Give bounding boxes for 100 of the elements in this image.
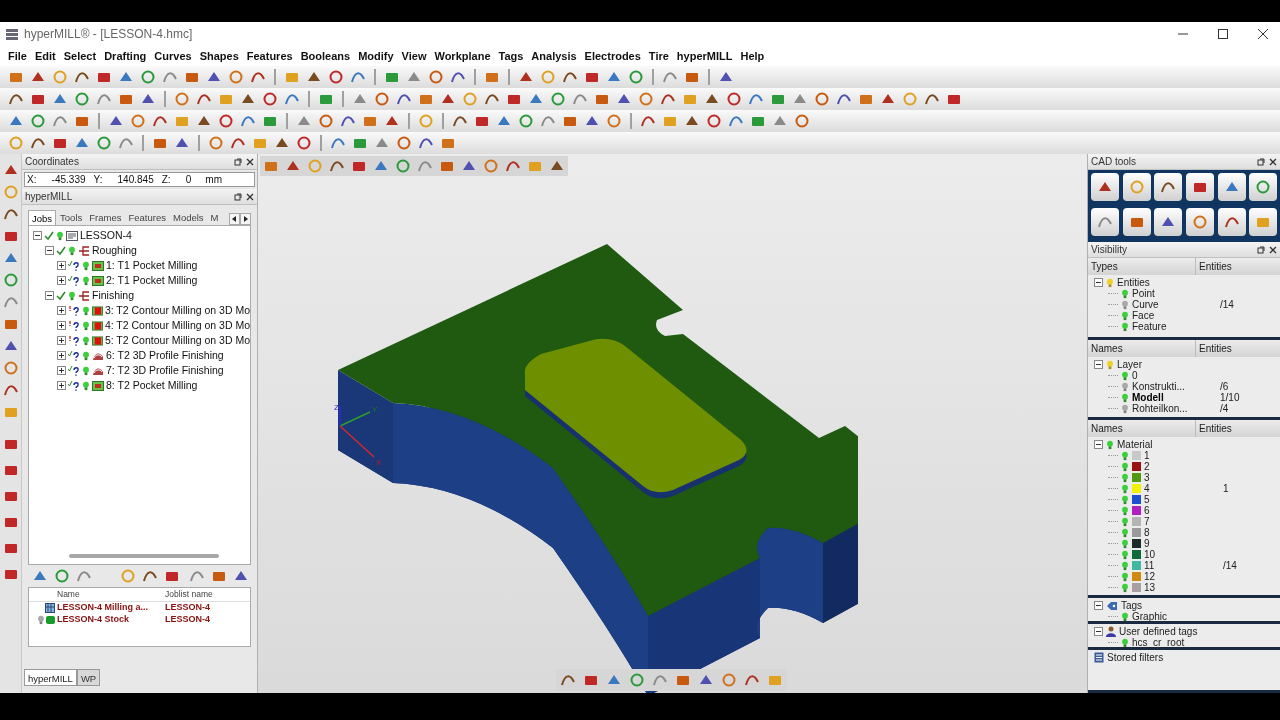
scroll-left-icon[interactable]	[229, 213, 240, 225]
menu-item[interactable]: Modify	[354, 47, 398, 65]
tree-item-label[interactable]: 2	[1144, 461, 1224, 472]
close-icon[interactable]	[1269, 245, 1277, 254]
tree-item-label[interactable]: Entities	[1117, 277, 1197, 288]
panel-tab[interactable]: Frames	[86, 210, 125, 225]
tree-item-label[interactable]: 4: T2 Contour Milling on 3D Mo	[104, 317, 250, 334]
collapse-icon[interactable]	[45, 291, 54, 300]
tree-item-label[interactable]: 0	[1132, 370, 1212, 381]
tree-item-label[interactable]: 6: T2 3D Profile Finishing	[106, 347, 224, 364]
expand-icon[interactable]	[57, 366, 66, 375]
tree-item-label[interactable]: Face	[1132, 310, 1212, 321]
menu-item[interactable]: Edit	[30, 47, 60, 65]
tree-item-label[interactable]: Konstrukti...	[1132, 381, 1212, 392]
collapse-icon[interactable]	[1094, 440, 1103, 449]
tree-item-label[interactable]: Rohteilkon...	[1132, 403, 1212, 414]
tree-item-label[interactable]: Layer	[1117, 359, 1197, 370]
panel-tab[interactable]: hyperMILL	[24, 669, 77, 686]
collapse-icon[interactable]	[33, 231, 42, 240]
collapse-icon[interactable]	[1094, 627, 1103, 636]
tree-item-label[interactable]: 1	[1144, 450, 1224, 461]
menu-item[interactable]: Select	[59, 47, 101, 65]
float-icon[interactable]	[1257, 245, 1265, 254]
float-icon[interactable]	[1257, 157, 1265, 166]
menu-item[interactable]: View	[397, 47, 431, 65]
model-name[interactable]: LESSON-4 Stock	[57, 613, 165, 627]
tree-item-label[interactable]: LESSON-4	[80, 227, 132, 244]
lightbulb-icon[interactable]	[1121, 611, 1129, 622]
tree-item-label[interactable]: Point	[1132, 288, 1212, 299]
expand-icon[interactable]	[57, 336, 66, 345]
tree-item-label[interactable]: 11	[1144, 560, 1220, 571]
tree-item-label[interactable]: Curve	[1132, 299, 1212, 310]
menu-item[interactable]: hyperMILL	[672, 47, 737, 65]
tree-item-label[interactable]: User defined tags	[1119, 626, 1199, 637]
tree-item-label[interactable]: 5	[1144, 494, 1224, 505]
close-icon[interactable]	[246, 157, 254, 166]
column-header[interactable]: Entities	[1196, 258, 1232, 275]
tree-item-label[interactable]: 7	[1144, 516, 1224, 527]
menu-item[interactable]: File	[4, 47, 31, 65]
column-header[interactable]: Joblist name	[165, 588, 213, 601]
tree-item-label[interactable]: Finishing	[92, 287, 135, 304]
panel-tab[interactable]: WP	[76, 669, 101, 686]
close-icon[interactable]	[246, 192, 254, 201]
menu-item[interactable]: Curves	[150, 47, 196, 65]
tree-item-label[interactable]: 9	[1144, 538, 1224, 549]
tree-item-label[interactable]: 7: T2 3D Profile Finishing	[106, 362, 224, 379]
collapse-icon[interactable]	[1094, 601, 1103, 610]
close-icon[interactable]	[1258, 29, 1268, 39]
tree-item-label[interactable]: 8: T2 Pocket Milling	[106, 377, 198, 394]
menu-item[interactable]: Electrodes	[580, 47, 645, 65]
collapse-icon[interactable]	[1094, 360, 1103, 369]
tree-item-label[interactable]: 3	[1144, 472, 1224, 483]
model-name[interactable]: LESSON-4 Milling a...	[57, 601, 165, 615]
tree-item-label[interactable]: 4	[1144, 483, 1220, 494]
tree-item-label[interactable]: 10	[1144, 549, 1224, 560]
tree-item-label[interactable]: 5: T2 Contour Milling on 3D Mo	[104, 332, 250, 349]
tree-item-label[interactable]: 6	[1144, 505, 1224, 516]
menu-item[interactable]: Drafting	[100, 47, 151, 65]
tree-item-label[interactable]: Stored filters	[1107, 652, 1187, 663]
lightbulb-icon[interactable]	[1121, 637, 1129, 648]
menu-item[interactable]: Tags	[494, 47, 528, 65]
tree-item-label[interactable]: Modell	[1132, 392, 1212, 403]
tree-item-label[interactable]: 3: T2 Contour Milling on 3D Mo	[104, 302, 250, 319]
panel-tab[interactable]: M	[207, 210, 222, 225]
maximize-icon[interactable]	[1218, 29, 1228, 39]
column-header[interactable]: Name	[57, 588, 165, 601]
expand-icon[interactable]	[57, 276, 66, 285]
expand-icon[interactable]	[57, 321, 66, 330]
panel-tab[interactable]: Features	[125, 210, 169, 225]
tree-item-label[interactable]: 2: T1 Pocket Milling	[106, 272, 198, 289]
expand-icon[interactable]	[57, 261, 66, 270]
float-icon[interactable]	[234, 157, 242, 166]
collapse-icon[interactable]	[45, 246, 54, 255]
menu-item[interactable]: Workplane	[430, 47, 495, 65]
scroll-right-icon[interactable]	[240, 213, 251, 225]
tree-item-label[interactable]: 1: T1 Pocket Milling	[106, 257, 198, 274]
expand-icon[interactable]	[57, 306, 66, 315]
close-icon[interactable]	[1269, 157, 1277, 166]
column-header[interactable]: Names	[1088, 340, 1196, 357]
tree-item-label[interactable]: Roughing	[92, 242, 137, 259]
column-header[interactable]: Entities	[1196, 340, 1232, 357]
column-header[interactable]: Types	[1088, 258, 1196, 275]
menu-item[interactable]: Features	[242, 47, 297, 65]
panel-tab[interactable]: Jobs	[28, 210, 57, 225]
menu-item[interactable]: Shapes	[195, 47, 243, 65]
tree-item-label[interactable]: Graphic	[1132, 611, 1212, 622]
menu-item[interactable]: Analysis	[527, 47, 581, 65]
menu-item[interactable]: Booleans	[296, 47, 355, 65]
column-header[interactable]: Names	[1088, 420, 1196, 437]
menu-item[interactable]: Help	[736, 47, 769, 65]
coordinates-field[interactable]: X: -45.339 Y: 140.845 Z: 0 mm	[24, 172, 255, 187]
horizontal-scrollbar[interactable]	[69, 554, 219, 558]
tree-item-label[interactable]: Feature	[1132, 321, 1212, 332]
menu-item[interactable]: Tire	[644, 47, 673, 65]
float-icon[interactable]	[234, 192, 242, 201]
tree-item-label[interactable]: Tags	[1121, 600, 1201, 611]
expand-icon[interactable]	[57, 381, 66, 390]
tree-item-label[interactable]: 13	[1144, 582, 1224, 593]
tree-item-label[interactable]: Material	[1117, 439, 1197, 450]
tree-item-label[interactable]: 12	[1144, 571, 1224, 582]
